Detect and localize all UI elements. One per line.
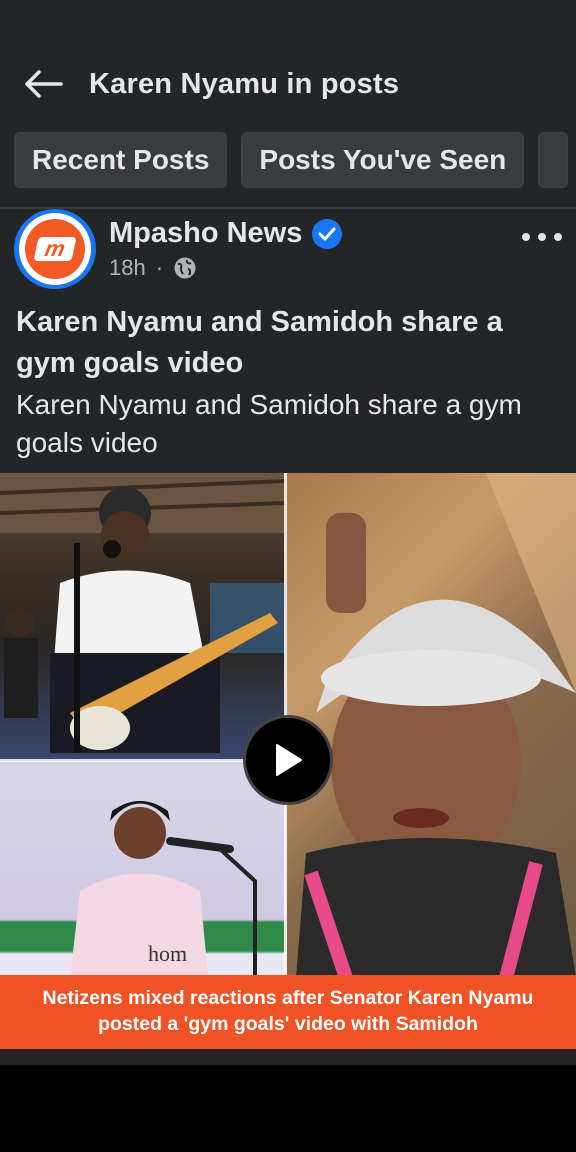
avatar-logo-bg: m: [25, 219, 85, 279]
arrow-left-icon: [25, 70, 63, 98]
mpasho-logo-icon: m: [33, 236, 77, 261]
chip-posts-youve-seen[interactable]: Posts You've Seen: [241, 132, 525, 188]
post-header: m Mpasho News 18h ·: [0, 209, 576, 289]
back-button[interactable]: [22, 68, 64, 100]
page-title: Karen Nyamu in posts: [89, 68, 400, 100]
video-caption-banner: Netizens mixed reactions after Senator K…: [0, 975, 576, 1049]
chip-recent-posts[interactable]: Recent Posts: [14, 132, 228, 188]
post-description: Karen Nyamu and Samidoh share a gym goal…: [16, 389, 522, 458]
banner-line-2: posted a 'gym goals' video with Samidoh: [98, 1013, 478, 1035]
page-name-link[interactable]: Mpasho News: [109, 217, 302, 250]
globe-icon: [174, 257, 196, 279]
video-thumbnail-musician: [0, 473, 286, 761]
play-icon: [276, 744, 302, 776]
svg-text:hom: hom: [148, 941, 187, 966]
post-video[interactable]: hom Netizens mixed reactions after Senat…: [0, 473, 576, 1049]
play-button[interactable]: [243, 715, 333, 805]
dot: [538, 233, 546, 241]
more-options-icon: [522, 233, 530, 241]
video-thumbnail-selfie: [286, 473, 576, 978]
app-screen: Karen Nyamu in posts Recent Posts Posts …: [0, 0, 576, 1065]
post-meta: 18h ·: [109, 255, 197, 281]
banner-line-1: Netizens mixed reactions after Senator K…: [42, 987, 534, 1009]
post-title: Karen Nyamu and Samidoh share a gym goal…: [16, 306, 503, 379]
dot: [554, 233, 562, 241]
avatar-ring: m: [19, 213, 91, 285]
verified-badge-icon: [312, 218, 343, 249]
avatar[interactable]: m: [14, 209, 96, 289]
page-name-row: Mpasho News: [109, 217, 343, 250]
filter-chips: Recent Posts Posts You've Seen: [14, 132, 576, 188]
more-options-button[interactable]: [522, 225, 562, 249]
post-time[interactable]: 18h: [109, 255, 146, 281]
next-post-edge: [0, 1049, 576, 1065]
meta-separator: ·: [155, 255, 164, 280]
chip-overflow[interactable]: [538, 132, 569, 188]
top-bar: Karen Nyamu in posts: [0, 56, 576, 116]
